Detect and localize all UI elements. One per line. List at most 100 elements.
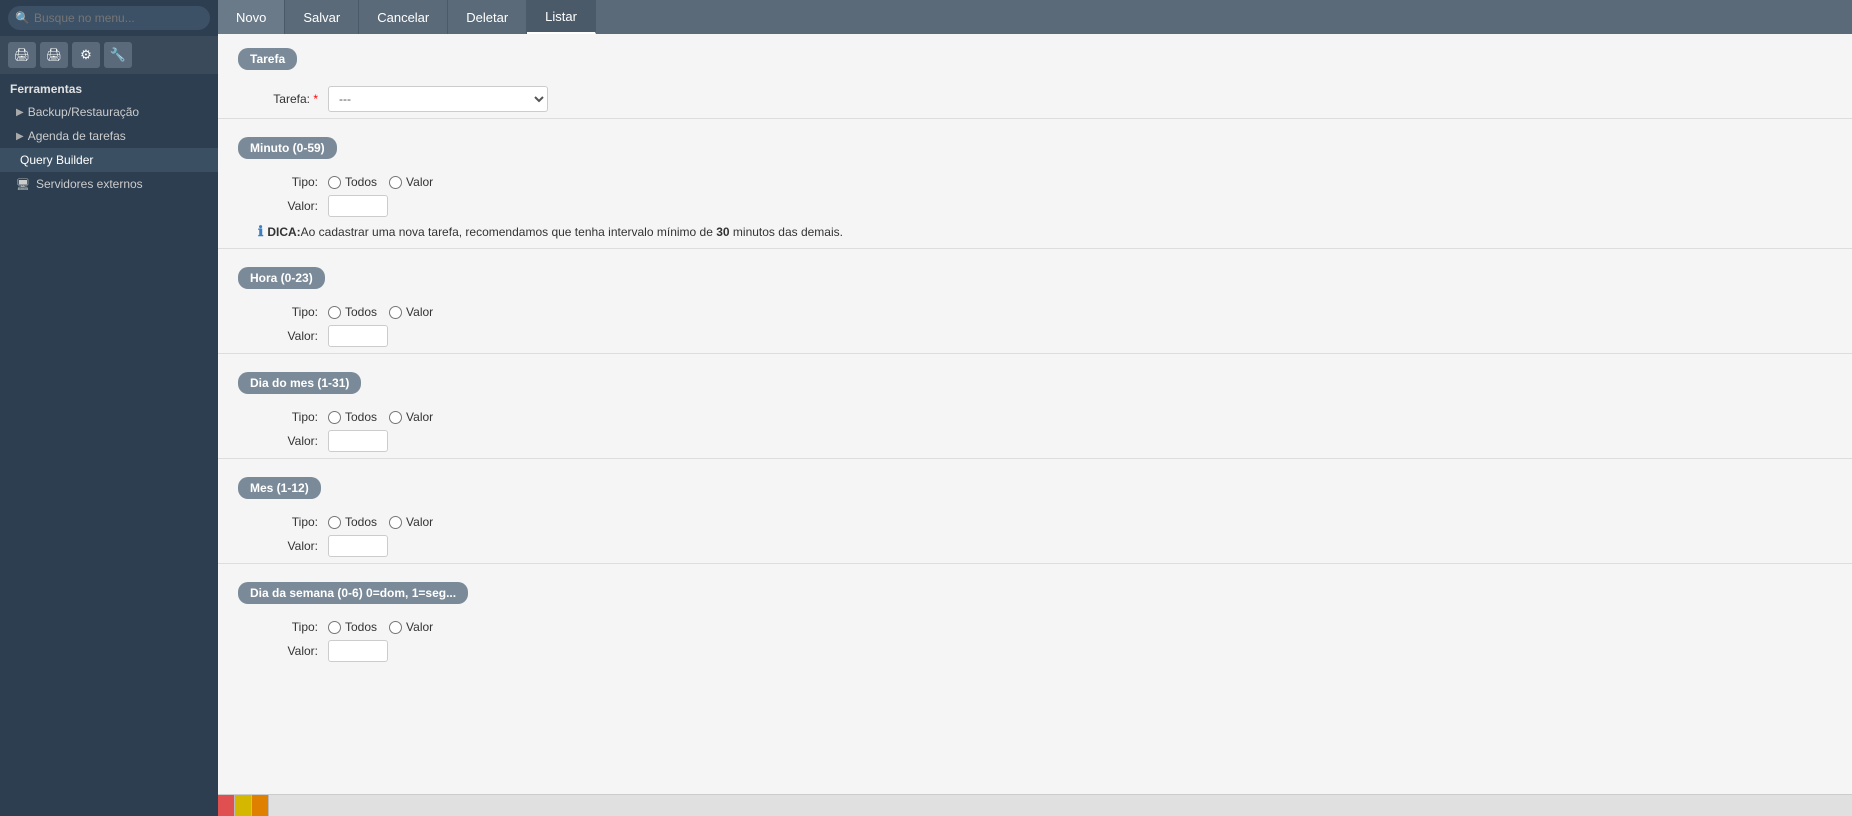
minuto-todos-radio[interactable] [328, 176, 341, 189]
sidebar-item-query[interactable]: Query Builder [0, 148, 218, 172]
arrow-icon: ▶ [16, 107, 24, 118]
tip-icon: ℹ [258, 223, 263, 240]
dia-semana-section: Dia da semana (0-6) 0=dom, 1=seg... Tipo… [218, 568, 1852, 662]
mes-todos-radio[interactable] [328, 516, 341, 529]
mes-section-header: Mes (1-12) [238, 477, 321, 499]
hora-valor-input[interactable] [328, 325, 388, 347]
dia-mes-todos-option[interactable]: Todos [328, 410, 377, 424]
sidebar-item-label: Backup/Restauração [28, 105, 139, 119]
sidebar-item-agenda[interactable]: ▶ Agenda de tarefas [0, 124, 218, 148]
dia-semana-todos-option[interactable]: Todos [328, 620, 377, 634]
mes-todos-label: Todos [345, 515, 377, 529]
arrow-icon: ▶ [16, 131, 24, 142]
hora-tipo-label: Tipo: [258, 305, 318, 319]
sidebar-item-label: Servidores externos [36, 177, 143, 191]
dia-semana-todos-label: Todos [345, 620, 377, 634]
tarefa-label: Tarefa: * [258, 92, 318, 106]
tip-text-before: Ao cadastrar uma nova tarefa, recomendam… [301, 225, 717, 239]
mes-tipo-row: Tipo: Todos Valor [218, 515, 1852, 529]
divider [218, 353, 1852, 354]
dia-mes-section-header: Dia do mes (1-31) [238, 372, 361, 394]
minuto-valor-input[interactable] [328, 195, 388, 217]
mes-section: Mes (1-12) Tipo: Todos Valor Valor: [218, 463, 1852, 557]
tip-dica-label: DICA: [267, 225, 300, 239]
print-button[interactable]: 🖨 [8, 42, 36, 68]
hora-tipo-row: Tipo: Todos Valor [218, 305, 1852, 319]
sidebar-item-backup[interactable]: ▶ Backup/Restauração [0, 100, 218, 124]
hora-valor-option[interactable]: Valor [389, 305, 433, 319]
tip-bold-value: 30 [716, 225, 729, 239]
mes-valor-input[interactable] [328, 535, 388, 557]
minuto-tipo-row: Tipo: Todos Valor [218, 175, 1852, 189]
tarefa-select[interactable]: --- [328, 86, 548, 112]
mes-todos-option[interactable]: Todos [328, 515, 377, 529]
dia-semana-valor-radio[interactable] [389, 621, 402, 634]
dia-mes-valor-row: Valor: [218, 430, 1852, 452]
divider [218, 248, 1852, 249]
tarefa-section-header: Tarefa [238, 48, 297, 70]
content-area: Tarefa Tarefa: * --- Minuto (0-59) Tipo: [218, 34, 1852, 794]
mes-valor-radio[interactable] [389, 516, 402, 529]
dia-mes-valor-radio[interactable] [389, 411, 402, 424]
mes-valor-row: Valor: [218, 535, 1852, 557]
hora-valor-radio[interactable] [389, 306, 402, 319]
tip-row: ℹ DICA:Ao cadastrar uma nova tarefa, rec… [218, 223, 1852, 240]
divider [218, 458, 1852, 459]
dia-semana-valor-field-label: Valor: [258, 644, 318, 658]
mes-valor-option[interactable]: Valor [389, 515, 433, 529]
status-segment-yellow [235, 795, 252, 816]
hora-todos-radio[interactable] [328, 306, 341, 319]
dia-semana-tipo-label: Tipo: [258, 620, 318, 634]
print2-button[interactable]: 🖨 [40, 42, 68, 68]
server-icon: 🖥 [16, 178, 30, 191]
status-segment-red [218, 795, 235, 816]
hora-section-header: Hora (0-23) [238, 267, 325, 289]
search-input[interactable] [8, 6, 210, 30]
dia-mes-tipo-radios: Todos Valor [328, 410, 433, 424]
minuto-valor-option[interactable]: Valor [389, 175, 433, 189]
minuto-tipo-label: Tipo: [258, 175, 318, 189]
divider [218, 563, 1852, 564]
dia-mes-valor-input[interactable] [328, 430, 388, 452]
dia-mes-valor-option[interactable]: Valor [389, 410, 433, 424]
search-bar: 🔍 [0, 0, 218, 36]
dia-semana-tipo-radios: Todos Valor [328, 620, 433, 634]
hora-valor-field-label: Valor: [258, 329, 318, 343]
tip-text-after: minutos das demais. [730, 225, 843, 239]
minuto-section: Minuto (0-59) Tipo: Todos Valor Valor: [218, 123, 1852, 240]
dia-mes-tipo-label: Tipo: [258, 410, 318, 424]
sidebar-section-title: Ferramentas [0, 74, 218, 100]
dia-mes-todos-radio[interactable] [328, 411, 341, 424]
deletar-button[interactable]: Deletar [448, 0, 527, 34]
main-area: Novo Salvar Cancelar Deletar Listar Tare… [218, 0, 1852, 816]
hora-todos-option[interactable]: Todos [328, 305, 377, 319]
dia-mes-valor-label: Valor [406, 410, 433, 424]
mes-tipo-radios: Todos Valor [328, 515, 433, 529]
sidebar-item-label: Query Builder [20, 153, 93, 167]
minuto-valor-radio[interactable] [389, 176, 402, 189]
mes-valor-field-label: Valor: [258, 539, 318, 553]
sidebar-item-servers[interactable]: 🖥 Servidores externos [0, 172, 218, 196]
dia-semana-todos-radio[interactable] [328, 621, 341, 634]
share-button[interactable]: ⚙ [72, 42, 100, 68]
novo-button[interactable]: Novo [218, 0, 285, 34]
hora-todos-label: Todos [345, 305, 377, 319]
minuto-valor-label: Valor [406, 175, 433, 189]
hora-valor-label: Valor [406, 305, 433, 319]
hora-tipo-radios: Todos Valor [328, 305, 433, 319]
mes-tipo-label: Tipo: [258, 515, 318, 529]
listar-button[interactable]: Listar [527, 0, 596, 34]
dia-semana-valor-option[interactable]: Valor [389, 620, 433, 634]
tip-text: DICA:Ao cadastrar uma nova tarefa, recom… [267, 225, 843, 239]
minuto-tipo-radios: Todos Valor [328, 175, 433, 189]
dia-semana-valor-input[interactable] [328, 640, 388, 662]
wrench-button[interactable]: 🔧 [104, 42, 132, 68]
cancelar-button[interactable]: Cancelar [359, 0, 448, 34]
mes-valor-label: Valor [406, 515, 433, 529]
sidebar-nav: Ferramentas ▶ Backup/Restauração ▶ Agend… [0, 74, 218, 816]
minuto-valor-row: Valor: [218, 195, 1852, 217]
minuto-todos-option[interactable]: Todos [328, 175, 377, 189]
salvar-button[interactable]: Salvar [285, 0, 359, 34]
dia-semana-valor-row: Valor: [218, 640, 1852, 662]
minuto-todos-label: Todos [345, 175, 377, 189]
